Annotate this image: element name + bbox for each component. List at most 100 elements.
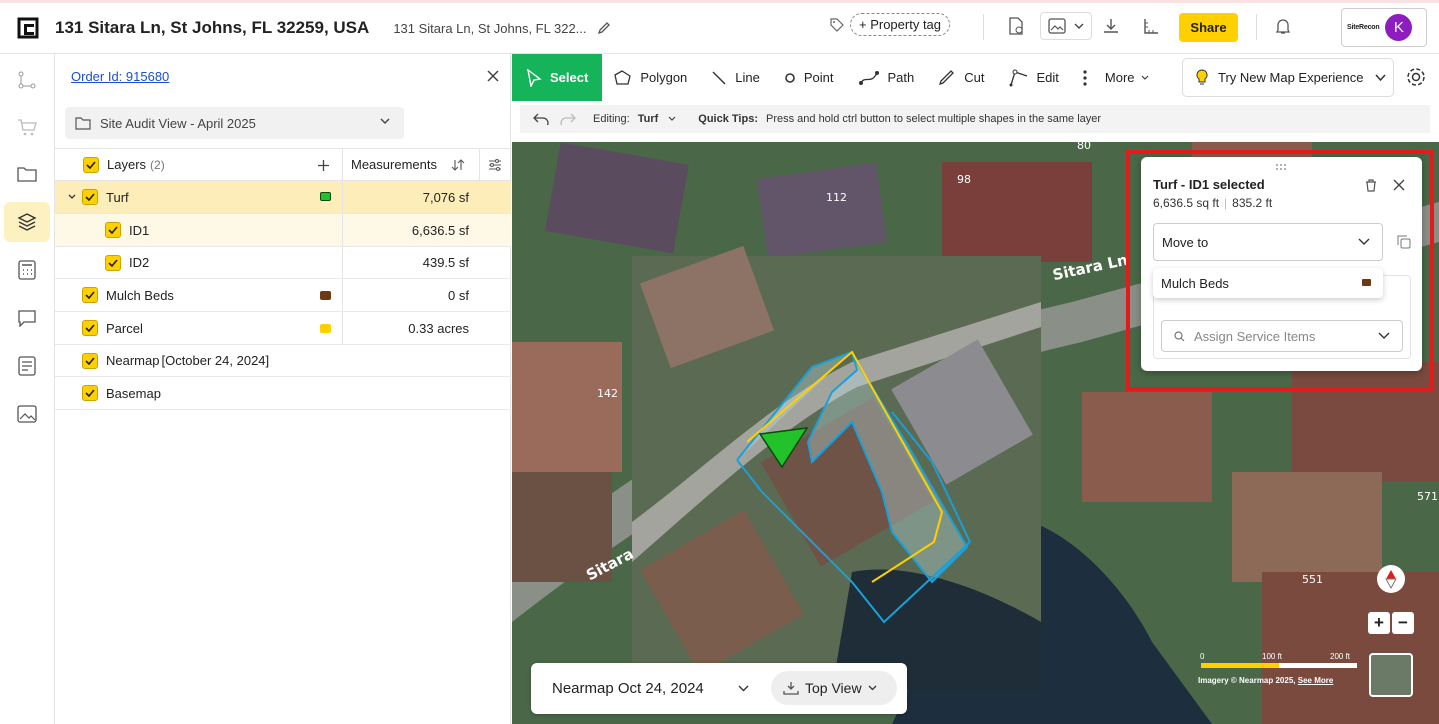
polygon-tool[interactable]: Polygon xyxy=(602,54,699,101)
all-layers-checkbox[interactable] xyxy=(83,156,99,173)
layers-header: Layers (2) Measurements xyxy=(55,148,511,181)
chevron-down-icon[interactable] xyxy=(68,194,76,200)
gear-icon[interactable] xyxy=(1405,66,1427,88)
edit-tool[interactable]: Edit xyxy=(997,54,1071,101)
rail-comment-icon[interactable] xyxy=(4,298,50,338)
layer-row-turf[interactable]: Turf 7,076 sf xyxy=(55,181,511,214)
measure-ruler-icon[interactable] xyxy=(1137,12,1165,40)
assign-service-items-select[interactable]: Assign Service Items xyxy=(1161,320,1403,352)
undo-icon[interactable] xyxy=(533,113,549,125)
layer-row-id2[interactable]: ID2 439.5 sf xyxy=(55,247,511,279)
avatar[interactable]: K xyxy=(1385,14,1413,41)
point-icon xyxy=(785,72,795,83)
chevron-down-icon xyxy=(1358,238,1370,245)
move-to-select[interactable]: Move to xyxy=(1153,223,1383,261)
cursor-icon xyxy=(527,68,542,87)
select-tool[interactable]: Select xyxy=(512,54,603,101)
zoom-out-button[interactable]: − xyxy=(1392,612,1414,634)
share-button[interactable]: Share xyxy=(1179,13,1238,42)
chevron-down-icon[interactable] xyxy=(668,116,676,122)
mulch-color-swatch[interactable] xyxy=(320,291,331,300)
rail-gallery-icon[interactable] xyxy=(4,394,50,434)
cut-tool[interactable]: Cut xyxy=(926,54,996,101)
close-icon[interactable] xyxy=(485,68,501,84)
measurement-value: 6,636.5 sf xyxy=(342,214,511,246)
view-selector-label: Site Audit View - April 2025 xyxy=(100,115,256,131)
add-layer-icon[interactable] xyxy=(317,159,330,172)
imagery-date-select[interactable]: Nearmap Oct 24, 2024 xyxy=(552,680,704,697)
view-mode-select[interactable]: Top View xyxy=(771,671,897,705)
quick-tips-text: Press and hold ctrl button to select mul… xyxy=(765,113,1102,125)
layer-row-id1[interactable]: ID1 6,636.5 sf xyxy=(55,214,511,247)
scale-bar xyxy=(1201,663,1279,668)
rail-cart-icon[interactable] xyxy=(4,107,50,147)
attribution-text: Imagery © Nearmap 2025, xyxy=(1198,676,1296,685)
id2-checkbox[interactable] xyxy=(105,254,121,271)
see-more-link[interactable]: See More xyxy=(1298,676,1334,685)
turf-color-swatch[interactable] xyxy=(320,192,331,201)
report-icon[interactable] xyxy=(1002,12,1030,40)
rail-route-icon[interactable] xyxy=(4,60,50,100)
edit-label: Edit xyxy=(1036,70,1059,85)
id1-checkbox[interactable] xyxy=(105,222,121,238)
account-switcher[interactable]: SiteRecon K xyxy=(1341,8,1427,47)
layer-row-basemap[interactable]: Basemap xyxy=(55,377,511,410)
drag-handle-icon[interactable] xyxy=(1275,163,1287,171)
compass-icon xyxy=(1385,570,1397,589)
popup-title: Turf - ID1 selected xyxy=(1153,177,1265,192)
view-mode-label: Top View xyxy=(805,680,862,696)
copy-icon[interactable] xyxy=(1397,235,1411,249)
chevron-down-icon[interactable] xyxy=(738,685,749,692)
rail-layers-icon[interactable] xyxy=(4,202,50,242)
zoom-in-button[interactable]: + xyxy=(1368,612,1390,634)
move-to-option-mulch-beds[interactable]: Mulch Beds xyxy=(1153,268,1383,298)
more-menu[interactable]: More xyxy=(1071,54,1169,101)
layer-row-mulch-beds[interactable]: Mulch Beds 0 sf xyxy=(55,279,511,312)
parcel-checkbox[interactable] xyxy=(82,320,98,336)
property-tag-button[interactable]: + Property tag xyxy=(850,13,951,36)
path-tool[interactable]: Path xyxy=(846,54,927,101)
mulch-beds-checkbox[interactable] xyxy=(82,287,98,303)
measurement-value: 7,076 sf xyxy=(342,181,511,213)
rail-folder-icon[interactable] xyxy=(4,154,50,194)
layers-panel: Order Id: 915680 Site Audit View - April… xyxy=(55,54,511,724)
nearmap-checkbox[interactable] xyxy=(82,352,98,369)
popup-area: 6,636.5 sq ft xyxy=(1153,196,1220,210)
polygon-label: Polygon xyxy=(640,70,688,85)
bell-icon[interactable] xyxy=(1269,12,1297,40)
editing-layer-select[interactable]: Turf xyxy=(638,113,659,125)
parcel-color-swatch[interactable] xyxy=(320,324,331,333)
compass-button[interactable] xyxy=(1377,565,1405,593)
view-selector[interactable]: Site Audit View - April 2025 xyxy=(65,107,404,139)
layer-name: Parcel xyxy=(106,320,143,336)
point-tool[interactable]: Point xyxy=(772,54,846,101)
edit-pencil-icon[interactable] xyxy=(597,21,611,35)
turf-checkbox[interactable] xyxy=(82,189,98,205)
basemap-checkbox[interactable] xyxy=(82,385,98,401)
layer-row-parcel[interactable]: Parcel 0.33 acres xyxy=(55,312,511,345)
basemap-thumbnail[interactable] xyxy=(1369,653,1413,697)
metric-separator: | xyxy=(1224,196,1228,210)
order-id-link[interactable]: Order Id: 915680 xyxy=(71,69,169,84)
scale-label-100: 100 ft xyxy=(1262,652,1283,661)
sort-icon[interactable] xyxy=(451,159,465,171)
house-number-80: 80 xyxy=(1077,142,1091,152)
trash-icon[interactable] xyxy=(1365,179,1377,192)
map-canvas[interactable]: Sitara Ln Sitara 80 98 112 142 571 551 T… xyxy=(512,142,1439,724)
move-to-label: Move to xyxy=(1162,234,1209,250)
close-icon[interactable] xyxy=(1393,179,1405,191)
measurement-value: 439.5 sf xyxy=(342,247,511,278)
filter-settings-icon[interactable] xyxy=(488,158,502,171)
line-tool[interactable]: Line xyxy=(699,54,772,101)
layer-row-nearmap[interactable]: Nearmap [October 24, 2024] xyxy=(55,345,511,377)
image-export-dropdown[interactable] xyxy=(1040,12,1092,40)
line-icon xyxy=(712,71,726,84)
divider xyxy=(1256,14,1257,40)
rail-calculator-icon[interactable] xyxy=(4,250,50,290)
editing-bar: Editing: Turf Quick Tips: Press and hold… xyxy=(520,105,1430,133)
redo-icon[interactable] xyxy=(560,113,576,125)
try-new-map-button[interactable]: Try New Map Experience xyxy=(1182,58,1394,97)
app-logo-icon[interactable] xyxy=(17,17,39,39)
download-icon[interactable] xyxy=(1097,12,1125,40)
rail-document-icon[interactable] xyxy=(4,346,50,386)
